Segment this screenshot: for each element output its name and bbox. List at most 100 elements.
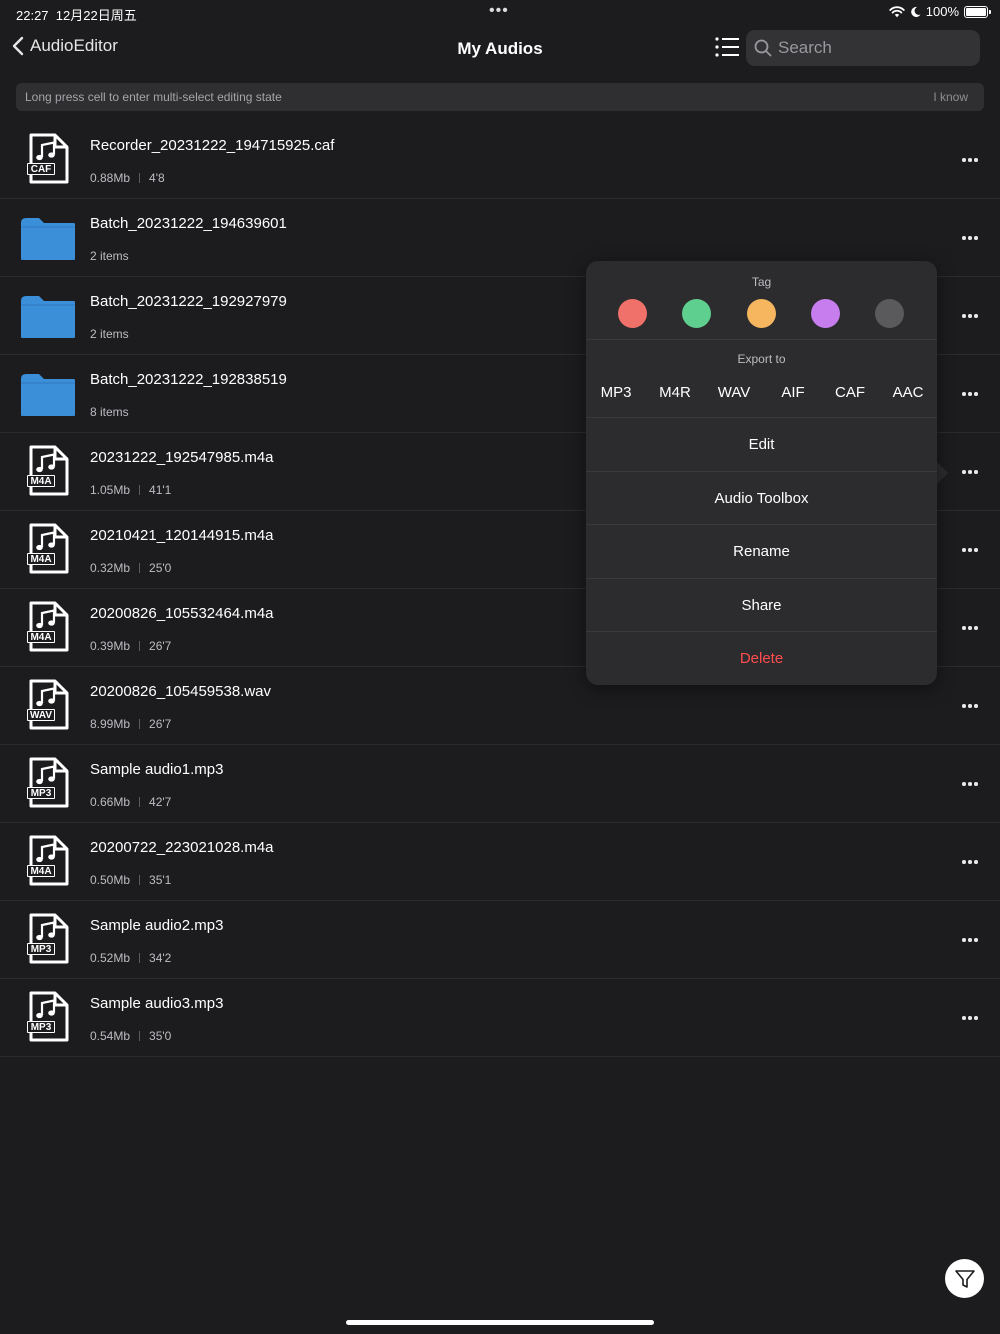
item-name: 20231222_192547985.m4a xyxy=(90,449,274,466)
dot xyxy=(974,470,978,474)
dot xyxy=(968,782,972,786)
dot xyxy=(962,158,966,162)
item-name: Batch_20231222_192838519 xyxy=(90,371,287,388)
meta-separator xyxy=(139,641,141,651)
popover-arrow xyxy=(936,461,948,485)
more-options-icon[interactable] xyxy=(960,462,980,482)
dot xyxy=(974,158,978,162)
dot xyxy=(962,782,966,786)
search-input[interactable] xyxy=(778,38,968,58)
export-aac-button[interactable]: AAC xyxy=(893,384,924,401)
dot xyxy=(968,626,972,630)
audio-file-icon: MP3 xyxy=(20,991,76,1045)
folder-item-count: 8 items xyxy=(90,405,129,419)
file-row[interactable]: M4A 20200722_223021028.m4a 0.50Mb 35'1 xyxy=(0,823,1000,901)
edit-action-button[interactable]: Edit xyxy=(586,417,937,470)
music-file-shape: CAF xyxy=(25,133,71,185)
item-name: Sample audio1.mp3 xyxy=(90,761,224,778)
file-duration: 34'2 xyxy=(149,951,172,965)
export-wav-button[interactable]: WAV xyxy=(718,384,751,401)
file-duration: 26'7 xyxy=(149,639,172,653)
export-m4r-button[interactable]: M4R xyxy=(659,384,691,401)
dot xyxy=(974,392,978,396)
dot xyxy=(968,236,972,240)
dot xyxy=(968,860,972,864)
tag-gray-button[interactable] xyxy=(875,299,904,328)
share-action-button[interactable]: Share xyxy=(586,578,937,631)
item-meta: 0.52Mb 34'2 xyxy=(90,951,171,965)
tag-purple-button[interactable] xyxy=(811,299,840,328)
file-size: 0.52Mb xyxy=(90,951,131,965)
file-row[interactable]: CAF Recorder_20231222_194715925.caf 0.88Mb… xyxy=(0,121,1000,199)
export-mp3-button[interactable]: MP3 xyxy=(601,384,632,401)
file-format-badge: M4A xyxy=(27,631,55,643)
more-options-icon[interactable] xyxy=(960,618,980,638)
dot xyxy=(968,314,972,318)
status-indicators: 100% xyxy=(889,4,991,19)
file-size: 8.99Mb xyxy=(90,717,131,731)
file-format-badge: M4A xyxy=(27,475,55,487)
file-duration: 35'0 xyxy=(149,1029,172,1043)
folder-item-count: 2 items xyxy=(90,327,129,341)
dot xyxy=(968,704,972,708)
more-options-icon[interactable] xyxy=(960,852,980,872)
audio-file-icon: CAF xyxy=(20,133,76,187)
file-duration: 41'1 xyxy=(149,483,172,497)
audio-file-icon: M4A xyxy=(20,835,76,889)
more-options-icon[interactable] xyxy=(960,930,980,950)
file-size: 0.66Mb xyxy=(90,795,131,809)
audio-file-icon: M4A xyxy=(20,601,76,655)
more-options-icon[interactable] xyxy=(960,384,980,404)
item-name: Sample audio3.mp3 xyxy=(90,995,224,1012)
more-options-icon[interactable] xyxy=(960,774,980,794)
rename-action-button[interactable]: Rename xyxy=(586,524,937,577)
item-meta: 2 items xyxy=(90,249,129,263)
dot xyxy=(962,236,966,240)
home-indicator[interactable] xyxy=(346,1320,654,1325)
export-section-label: Export to xyxy=(737,352,786,366)
audio-toolbox-action-button[interactable]: Audio Toolbox xyxy=(586,471,937,524)
more-options-icon[interactable] xyxy=(960,306,980,326)
dismiss-hint-button[interactable]: I know xyxy=(933,90,968,104)
music-file-shape: MP3 xyxy=(25,757,71,809)
tag-green-button[interactable] xyxy=(682,299,711,328)
audio-file-icon: M4A xyxy=(20,445,76,499)
search-bar[interactable] xyxy=(746,30,980,66)
tag-red-button[interactable] xyxy=(618,299,647,328)
more-options-icon[interactable] xyxy=(960,696,980,716)
file-row[interactable]: MP3 Sample audio2.mp3 0.52Mb 34'2 xyxy=(0,901,1000,979)
item-meta: 1.05Mb 41'1 xyxy=(90,483,171,497)
chevron-left-icon xyxy=(12,36,24,56)
file-duration: 4'8 xyxy=(149,171,165,185)
filter-button[interactable] xyxy=(945,1259,984,1298)
battery-fill xyxy=(966,7,986,16)
music-file-shape: WAV xyxy=(25,679,71,731)
meta-separator xyxy=(139,953,141,963)
item-name: Batch_20231222_192927979 xyxy=(90,293,287,310)
file-row[interactable]: MP3 Sample audio3.mp3 0.54Mb 35'0 xyxy=(0,979,1000,1057)
export-caf-button[interactable]: CAF xyxy=(835,384,865,401)
back-label: AudioEditor xyxy=(30,36,118,55)
back-button[interactable]: AudioEditor xyxy=(12,36,118,56)
more-options-icon[interactable] xyxy=(960,540,980,560)
item-meta: 0.32Mb 25'0 xyxy=(90,561,171,575)
dot xyxy=(962,626,966,630)
dot xyxy=(974,782,978,786)
file-row[interactable]: MP3 Sample audio1.mp3 0.66Mb 42'7 xyxy=(0,745,1000,823)
export-format-row: MP3 M4R WAV AIF CAF AAC xyxy=(586,384,937,404)
item-name: 20200826_105532464.m4a xyxy=(90,605,274,622)
tag-orange-button[interactable] xyxy=(747,299,776,328)
meta-separator xyxy=(139,173,141,183)
export-aif-button[interactable]: AIF xyxy=(781,384,804,401)
more-options-icon[interactable] xyxy=(960,1008,980,1028)
more-options-icon[interactable] xyxy=(960,228,980,248)
multitask-dots-icon[interactable]: ••• xyxy=(489,2,509,20)
file-size: 1.05Mb xyxy=(90,483,131,497)
list-view-icon[interactable] xyxy=(714,36,740,58)
delete-action-button[interactable]: Delete xyxy=(586,631,937,684)
item-meta: 8 items xyxy=(90,405,129,419)
dot xyxy=(962,938,966,942)
item-meta: 0.88Mb 4'8 xyxy=(90,171,165,185)
more-options-icon[interactable] xyxy=(960,150,980,170)
dot xyxy=(968,1016,972,1020)
